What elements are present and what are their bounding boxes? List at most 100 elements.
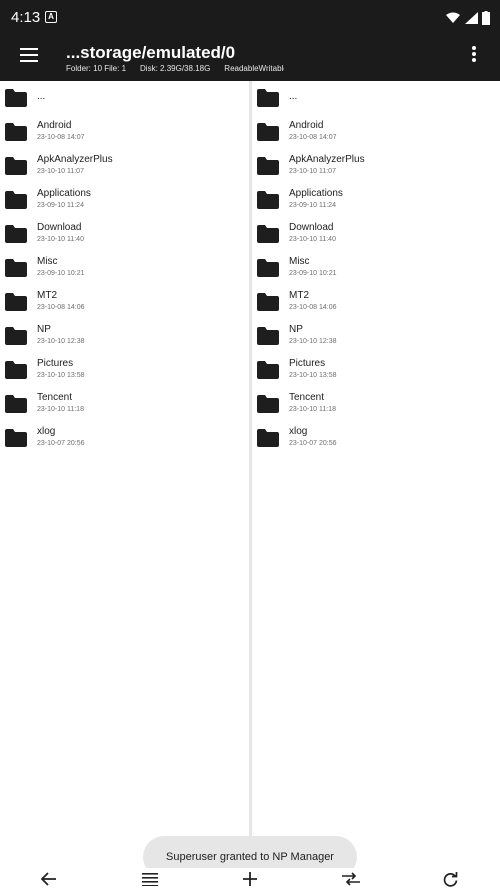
status-icons [446,9,490,25]
signal-icon [464,11,478,24]
path-info: Folder: 10 File: 1 Disk: 2.39G/38.18G Read… [66,64,284,73]
refresh-icon[interactable] [443,872,458,887]
folder-icon [257,395,279,413]
folder-icon [257,225,279,243]
folder-name: Applications [37,188,91,199]
folder-icon [257,157,279,175]
folder-row[interactable]: NP 23-10-10 12:38 [252,321,500,355]
folder-row[interactable]: NP 23-10-10 12:38 [0,321,249,355]
folder-row[interactable]: ApkAnalyzerPlus 23-10-10 11:07 [252,151,500,185]
folder-modified-date: 23-09-10 10:21 [289,270,337,277]
folder-name: Tencent [37,392,73,403]
folder-name: NP [37,324,51,335]
folder-icon [5,327,27,345]
status-time: 4:13 [11,9,41,26]
folder-row[interactable]: Download 23-10-10 11:40 [0,219,249,253]
folder-modified-date: 23-10-10 11:18 [289,406,336,413]
folder-row[interactable]: Applications 23-09-10 11:24 [0,185,249,219]
folder-row[interactable]: Android 23-10-08 14:07 [0,117,249,151]
parent-directory-row[interactable]: ... [252,83,500,117]
more-options-icon[interactable] [472,46,476,62]
folder-modified-date: 23-10-10 11:40 [37,236,84,243]
access-mode: ReadableWritable [224,64,284,73]
folder-name: ApkAnalyzerPlus [289,154,365,165]
folder-modified-date: 23-10-08 14:06 [37,304,85,311]
folder-row[interactable]: Pictures 23-10-10 13:58 [0,355,249,389]
folder-row[interactable]: Misc 23-09-10 10:21 [252,253,500,287]
folder-name: Android [37,120,72,131]
disk-usage: Disk: 2.39G/38.18G [140,64,211,73]
folder-name: NP [289,324,303,335]
folder-name: MT2 [289,290,309,301]
hamburger-menu-icon[interactable] [20,48,38,62]
folder-modified-date: 23-09-10 11:24 [37,202,84,209]
folder-icon [5,429,27,447]
folder-icon [5,259,27,277]
folder-modified-date: 23-10-08 14:07 [37,134,85,141]
folder-modified-date: 23-10-07 20:56 [289,440,337,447]
folder-icon [257,89,279,107]
folder-modified-date: 23-10-10 11:07 [37,168,84,175]
parent-directory-row[interactable]: ... [0,83,249,117]
folder-name: xlog [37,426,56,437]
folder-icon [5,225,27,243]
folder-name: Android [289,120,324,131]
folder-icon [5,157,27,175]
folder-modified-date: 23-09-10 10:21 [37,270,85,277]
folder-row[interactable]: Pictures 23-10-10 13:58 [252,355,500,389]
folder-row[interactable]: xlog 23-10-07 20:56 [0,423,249,457]
folder-icon [257,361,279,379]
folder-name: MT2 [37,290,57,301]
folder-name: Applications [289,188,343,199]
folder-modified-date: 23-10-10 11:18 [37,406,84,413]
folder-name: Misc [37,256,58,267]
bottom-toolbar [0,868,500,896]
back-arrow-icon[interactable] [41,872,57,886]
folder-modified-date: 23-10-07 20:56 [37,440,85,447]
folder-icon [257,293,279,311]
folder-row[interactable]: Download 23-10-10 11:40 [252,219,500,253]
right-file-pane[interactable]: ... Android 23-10-08 14:07 ApkAnalyzerPlus 2… [252,81,500,868]
folder-icon [257,429,279,447]
folder-modified-date: 23-10-10 11:40 [289,236,336,243]
folder-icon [5,395,27,413]
folder-icon [5,361,27,379]
folder-icon [5,89,27,107]
folder-modified-date: 23-09-10 11:24 [289,202,336,209]
folder-row[interactable]: MT2 23-10-08 14:06 [0,287,249,321]
folder-row[interactable]: xlog 23-10-07 20:56 [252,423,500,457]
folder-icon [257,123,279,141]
battery-icon [482,10,490,25]
folder-modified-date: 23-10-10 13:58 [37,372,85,379]
left-file-pane[interactable]: ... Android 23-10-08 14:07 ApkAnalyzerPlus 2… [0,81,249,868]
folder-icon [257,259,279,277]
notification-icon: A [45,11,57,23]
folder-row[interactable]: Tencent 23-10-10 11:18 [0,389,249,423]
folder-modified-date: 23-10-08 14:06 [289,304,337,311]
swap-icon[interactable] [342,872,360,886]
folder-file-count: Folder: 10 File: 1 [66,64,127,73]
folder-icon [257,191,279,209]
folder-row[interactable]: ApkAnalyzerPlus 23-10-10 11:07 [0,151,249,185]
folder-icon [5,123,27,141]
folder-row[interactable]: Applications 23-09-10 11:24 [252,185,500,219]
folder-modified-date: 23-10-10 13:58 [289,372,337,379]
folder-icon [5,191,27,209]
folder-name: Download [37,222,82,233]
folder-modified-date: 23-10-10 11:07 [289,168,336,175]
folder-row[interactable]: MT2 23-10-08 14:06 [252,287,500,321]
folder-row[interactable]: Misc 23-09-10 10:21 [0,253,249,287]
add-icon[interactable] [243,872,257,886]
status-bar: 4:13 A [0,0,500,34]
folder-name: Download [289,222,334,233]
folder-name: Pictures [37,358,74,369]
list-menu-icon[interactable] [142,872,158,886]
dual-pane-area: ... Android 23-10-08 14:07 ApkAnalyzerPlus 2… [0,81,500,868]
folder-name: Pictures [289,358,326,369]
app-bar: ...storage/emulated/0 Folder: 10 File: 1… [0,34,500,81]
folder-row[interactable]: Android 23-10-08 14:07 [252,117,500,151]
wifi-icon [446,12,461,23]
folder-icon [257,327,279,345]
folder-row[interactable]: Tencent 23-10-10 11:18 [252,389,500,423]
folder-name: Misc [289,256,310,267]
